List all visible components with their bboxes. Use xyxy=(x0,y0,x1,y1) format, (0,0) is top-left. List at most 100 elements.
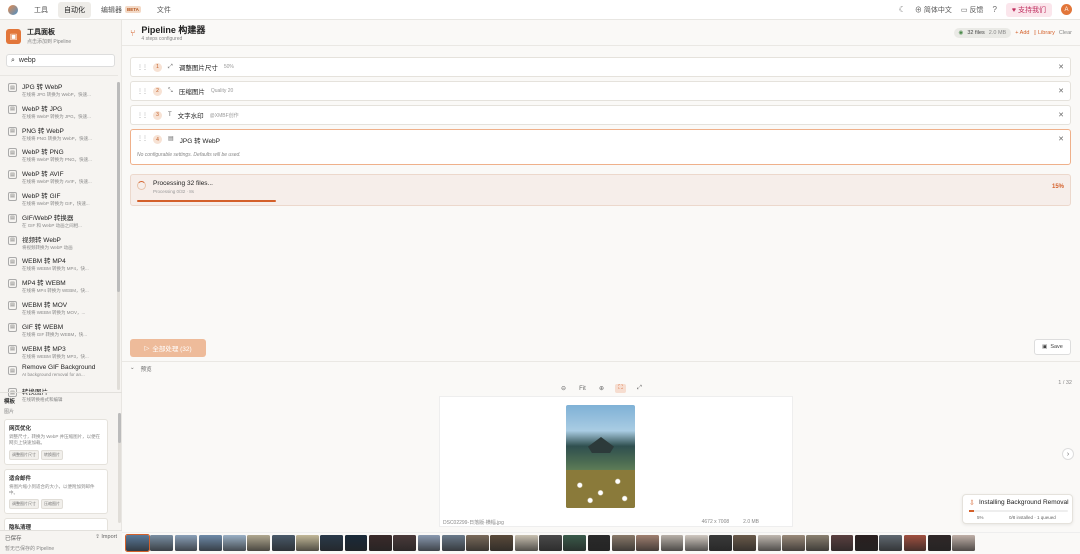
preview-toggle[interactable]: ⌄ 预览 xyxy=(130,365,152,373)
thumbnail[interactable] xyxy=(466,534,489,551)
thumbnail[interactable] xyxy=(636,534,660,551)
tool-item[interactable]: ▤ WebP 转 JPG 在线将 WebP 转换为 JPG，快速... xyxy=(0,101,118,123)
template-card[interactable]: 适合邮件 将图片缩小到适合的大小，以便附加到邮件中。 调整图片尺寸 压缩图片 xyxy=(4,468,108,515)
book-icon: ▯ xyxy=(1033,29,1037,36)
save-button[interactable]: ▣ Save xyxy=(1034,339,1071,355)
thumbnail[interactable] xyxy=(198,534,222,551)
moon-icon[interactable]: ☾ xyxy=(899,5,906,14)
tool-item[interactable]: ▤ JPG 转 WebP 在线将 JPG 转换为 WebP，快速... xyxy=(0,79,118,101)
step-number: 1 xyxy=(153,62,162,72)
close-icon[interactable]: ✕ xyxy=(1058,111,1064,119)
next-image-button[interactable]: › xyxy=(1062,448,1074,460)
thumbnail[interactable] xyxy=(587,534,611,551)
drag-handle-icon[interactable]: ⋮⋮ xyxy=(137,112,148,119)
avatar[interactable]: A xyxy=(1061,4,1072,15)
feedback-button[interactable]: ▭ 反馈 xyxy=(961,5,984,15)
drag-handle-icon[interactable]: ⋮⋮ xyxy=(137,135,148,142)
thumbnail[interactable] xyxy=(879,534,902,551)
pipeline-step[interactable]: ⋮⋮ 3 T 文字水印 @XMBF创作 ✕ xyxy=(130,105,1071,125)
thumbnail[interactable] xyxy=(611,534,635,551)
tool-item[interactable]: ▤ 视频转 WebP 将视频转换为 WebP 动画 xyxy=(0,232,118,254)
thumbnail[interactable] xyxy=(125,533,150,552)
thumbnail[interactable] xyxy=(514,534,538,551)
pipeline-step[interactable]: ⋮⋮ 2 ⤡ 压缩图片 Quality 20 ✕ xyxy=(130,81,1071,101)
close-icon[interactable]: ✕ xyxy=(1058,87,1064,95)
thumbnail[interactable] xyxy=(927,534,951,551)
close-icon[interactable]: ✕ xyxy=(1058,63,1064,71)
thumbnail[interactable] xyxy=(684,534,708,551)
thumbnail[interactable] xyxy=(368,534,392,551)
thumbnail[interactable] xyxy=(563,534,587,551)
process-all-button[interactable]: ▷ 全部处理 (32) xyxy=(130,339,206,357)
nav-tools[interactable]: 工具 xyxy=(28,2,54,18)
add-button[interactable]: + Add xyxy=(1015,30,1029,36)
thumbnail[interactable] xyxy=(150,534,174,551)
tool-item[interactable]: ▤ PNG 转 WebP 在线将 PNG 转换为 WebP，快速... xyxy=(0,123,118,145)
fullscreen-icon[interactable]: ⛶ xyxy=(615,384,626,393)
pipeline-step-active[interactable]: ⋮⋮ 4 ▤ JPG 转 WebP ✕ No configurable sett… xyxy=(130,129,1071,165)
thumbnail[interactable] xyxy=(539,534,562,551)
tool-item[interactable]: ▤ WebP 转 PNG 在线将 WebP 转换为 PNG，快速... xyxy=(0,144,118,166)
templates-scroll-thumb[interactable] xyxy=(118,413,121,443)
search-input[interactable]: ⌕ webp xyxy=(6,54,115,67)
thumbnail[interactable] xyxy=(417,534,441,551)
nav-files[interactable]: 文件 xyxy=(151,2,177,18)
tool-item[interactable]: ▤ GIF/WebP 转换器在 GIF 和 WebP 动画之间相... xyxy=(0,210,118,232)
clear-button[interactable]: Clear xyxy=(1059,30,1072,36)
expand-icon[interactable]: ⤢ xyxy=(634,384,645,393)
thumbnail[interactable] xyxy=(344,534,368,551)
zoom-in-icon[interactable]: ⊕ xyxy=(596,384,607,393)
thumbnail[interactable] xyxy=(296,534,319,551)
import-button[interactable]: ⇪ Import xyxy=(95,534,117,540)
help-icon[interactable]: ? xyxy=(992,5,996,14)
thumbnail[interactable] xyxy=(441,534,465,551)
tool-name: WEBM 转 MP4 xyxy=(22,258,66,266)
tool-item[interactable]: ▤ WEBM 转 MP3 在线将 WEBM 转换为 MP3，快... xyxy=(0,341,118,363)
tool-item[interactable]: ▤ WEBM 转 MP4 在线将 WEBM 转换为 MP4，快... xyxy=(0,253,118,275)
support-button[interactable]: ♥ 支持我们 xyxy=(1005,2,1052,17)
nav-files-label: 文件 xyxy=(156,6,171,14)
thumbnail[interactable] xyxy=(174,534,198,551)
thumbnail[interactable] xyxy=(709,534,732,551)
thumbnail[interactable] xyxy=(733,534,757,551)
nav-editor[interactable]: 编辑器 BETA xyxy=(95,2,147,18)
nav-automation[interactable]: 自动化 xyxy=(58,1,91,18)
tool-item[interactable]: ▤ WEBM 转 MOV 在线将 WEBM 转换为 MOV，... xyxy=(0,297,118,319)
template-card[interactable]: 网页优化 调整尺寸，转换为 WebP 并压缩图片，以便在网页上快速加载。 调整图… xyxy=(4,419,108,465)
thumbnail[interactable] xyxy=(782,534,805,551)
thumbnail[interactable] xyxy=(903,534,927,551)
thumbnail[interactable] xyxy=(806,534,830,551)
thumbnail[interactable] xyxy=(952,534,975,551)
thumbnail[interactable] xyxy=(660,534,684,551)
tool-item[interactable]: ▤ WebP 转 GIF 在线将 WebP 转换为 GIF，快速... xyxy=(0,188,118,210)
close-icon[interactable]: ✕ xyxy=(1058,135,1064,143)
tool-item[interactable]: ▤ GIF 转 WEBM 在线将 GIF 转换为 WEBM，快... xyxy=(0,319,118,341)
thumbnail[interactable] xyxy=(223,534,246,551)
file-icon: ▤ xyxy=(8,191,17,201)
thumbnail[interactable] xyxy=(854,534,878,551)
thumbnail[interactable] xyxy=(757,534,781,551)
tool-list-scroll-thumb[interactable] xyxy=(117,82,120,292)
fit-button[interactable]: Fit xyxy=(577,384,588,393)
thumbnail[interactable] xyxy=(490,534,514,551)
tool-item[interactable]: ▤ WebP 转 AVIF 在线将 WebP 转换为 AVIF，快速... xyxy=(0,166,118,188)
pipeline-step[interactable]: ⋮⋮ 1 ⤢ 调整图片尺寸 50% ✕ xyxy=(130,57,1071,77)
zoom-toolbar: ⊖ Fit ⊕ ⛶ ⤢ xyxy=(558,384,645,393)
tool-item[interactable]: ▤ MP4 转 WEBM 在线将 MP4 转换为 WEBM，快... xyxy=(0,275,118,297)
templates-scrollbar[interactable] xyxy=(118,413,121,523)
drag-handle-icon[interactable]: ⋮⋮ xyxy=(137,88,148,95)
thumbnail[interactable] xyxy=(271,534,295,551)
tool-list-scrollbar[interactable] xyxy=(117,82,120,390)
tool-item[interactable]: ▤ Remove GIF Background AI background remo… xyxy=(0,362,118,384)
thumbnail[interactable] xyxy=(393,534,417,551)
zoom-out-icon[interactable]: ⊖ xyxy=(558,384,569,393)
app-logo[interactable] xyxy=(8,4,18,15)
thumbnail[interactable] xyxy=(247,534,271,551)
drag-handle-icon[interactable]: ⋮⋮ xyxy=(137,64,148,71)
language-switch[interactable]: ⊕ 简体中文 xyxy=(915,5,952,15)
thumbnail[interactable] xyxy=(830,534,854,551)
file-icon: ▤ xyxy=(8,300,17,310)
pipeline-actions: ◉ 32 files 2.0 MB + Add ▯ Library Clear xyxy=(953,27,1072,38)
library-button[interactable]: ▯ Library xyxy=(1033,30,1054,36)
thumbnail[interactable] xyxy=(320,534,344,551)
